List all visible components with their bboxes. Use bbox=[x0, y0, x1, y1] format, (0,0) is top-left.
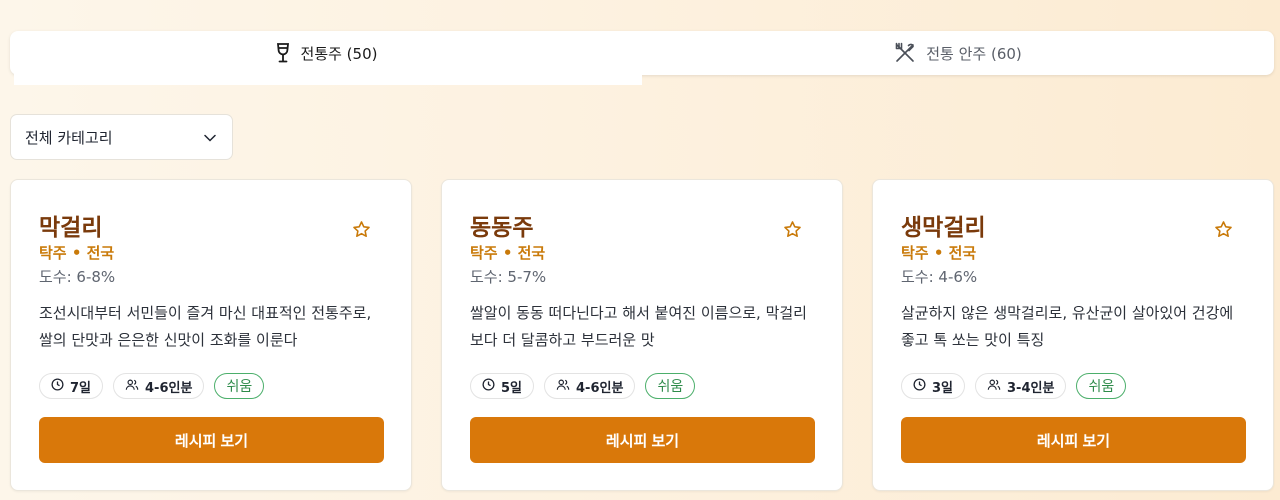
duration-value: 3일 bbox=[932, 380, 954, 396]
wine-glass-icon bbox=[275, 43, 291, 63]
recipe-card: 동동주 탁주 • 전국 도수: 5-7% 쌀알이 동동 떠다닌다고 해서 붙여진… bbox=[441, 179, 843, 491]
card-description: 살균하지 않은 생막걸리로, 유산균이 살아있어 건강에 좋고 톡 쏘는 맛이 … bbox=[901, 304, 1234, 349]
duration-chip: 7일 bbox=[39, 373, 104, 399]
star-icon[interactable] bbox=[783, 220, 802, 243]
servings-value: 4-6인분 bbox=[576, 380, 624, 396]
difficulty-badge: 쉬움 bbox=[645, 373, 696, 399]
users-icon bbox=[987, 378, 1001, 395]
duration-chip: 5일 bbox=[470, 373, 535, 399]
card-meta-chips: 7일 4-6인분 쉬움 bbox=[39, 373, 265, 399]
servings-chip: 3-4인분 bbox=[975, 373, 1067, 399]
card-subtitle: 탁주 • 전국 bbox=[470, 244, 546, 262]
tab-label: 전통 안주 (60) bbox=[926, 44, 1022, 63]
view-recipe-button[interactable]: 레시피 보기 bbox=[39, 417, 384, 463]
recipe-card: 막걸리 탁주 • 전국 도수: 6-8% 조선시대부터 서민들이 즐겨 마신 대… bbox=[10, 179, 412, 491]
card-title: 생막걸리 bbox=[901, 215, 986, 241]
view-recipe-button[interactable]: 레시피 보기 bbox=[901, 417, 1246, 463]
difficulty-badge: 쉬움 bbox=[1076, 373, 1127, 399]
duration-chip: 3일 bbox=[901, 373, 966, 399]
tab-traditional-snacks[interactable]: 전통 안주 (60) bbox=[642, 31, 1274, 75]
recipe-card: 생막걸리 탁주 • 전국 도수: 4-6% 살균하지 않은 생막걸리로, 유산균… bbox=[872, 179, 1274, 491]
active-tab-indicator bbox=[14, 73, 642, 85]
tab-label: 전통주 (50) bbox=[300, 44, 378, 63]
duration-value: 7일 bbox=[70, 380, 92, 396]
card-description: 쌀알이 동동 떠다닌다고 해서 붙여진 이름으로, 막걸리보다 더 달콤하고 부… bbox=[470, 304, 807, 349]
card-abv: 도수: 4-6% bbox=[901, 268, 978, 286]
clock-icon bbox=[913, 377, 926, 395]
users-icon bbox=[556, 378, 570, 395]
card-description: 조선시대부터 서민들이 즐겨 마신 대표적인 전통주로, 쌀의 단맛과 은은한 … bbox=[39, 304, 372, 349]
duration-value: 5일 bbox=[501, 380, 523, 396]
card-abv: 도수: 6-8% bbox=[39, 268, 116, 286]
servings-value: 3-4인분 bbox=[1007, 380, 1055, 396]
tab-traditional-liquor[interactable]: 전통주 (50) bbox=[10, 31, 642, 85]
card-title: 막걸리 bbox=[39, 215, 103, 241]
clock-icon bbox=[482, 377, 495, 395]
category-tabs: 전통주 (50) 전통 안주 (60) bbox=[10, 31, 1274, 85]
users-icon bbox=[125, 378, 139, 395]
star-icon[interactable] bbox=[1214, 220, 1233, 243]
category-filter-value: 전체 카테고리 bbox=[25, 128, 113, 147]
star-icon[interactable] bbox=[352, 220, 371, 243]
card-abv: 도수: 5-7% bbox=[470, 268, 547, 286]
chevron-down-icon bbox=[204, 128, 216, 146]
difficulty-badge: 쉬움 bbox=[214, 373, 265, 399]
utensils-crossed-icon bbox=[894, 42, 916, 64]
category-filter-dropdown[interactable]: 전체 카테고리 bbox=[10, 114, 233, 160]
card-title: 동동주 bbox=[470, 215, 534, 241]
card-meta-chips: 3일 3-4인분 쉬움 bbox=[901, 373, 1127, 399]
card-meta-chips: 5일 4-6인분 쉬움 bbox=[470, 373, 696, 399]
clock-icon bbox=[51, 377, 64, 395]
servings-value: 4-6인분 bbox=[145, 380, 193, 396]
card-subtitle: 탁주 • 전국 bbox=[39, 244, 115, 262]
servings-chip: 4-6인분 bbox=[113, 373, 205, 399]
view-recipe-button[interactable]: 레시피 보기 bbox=[470, 417, 815, 463]
servings-chip: 4-6인분 bbox=[544, 373, 636, 399]
card-subtitle: 탁주 • 전국 bbox=[901, 244, 977, 262]
